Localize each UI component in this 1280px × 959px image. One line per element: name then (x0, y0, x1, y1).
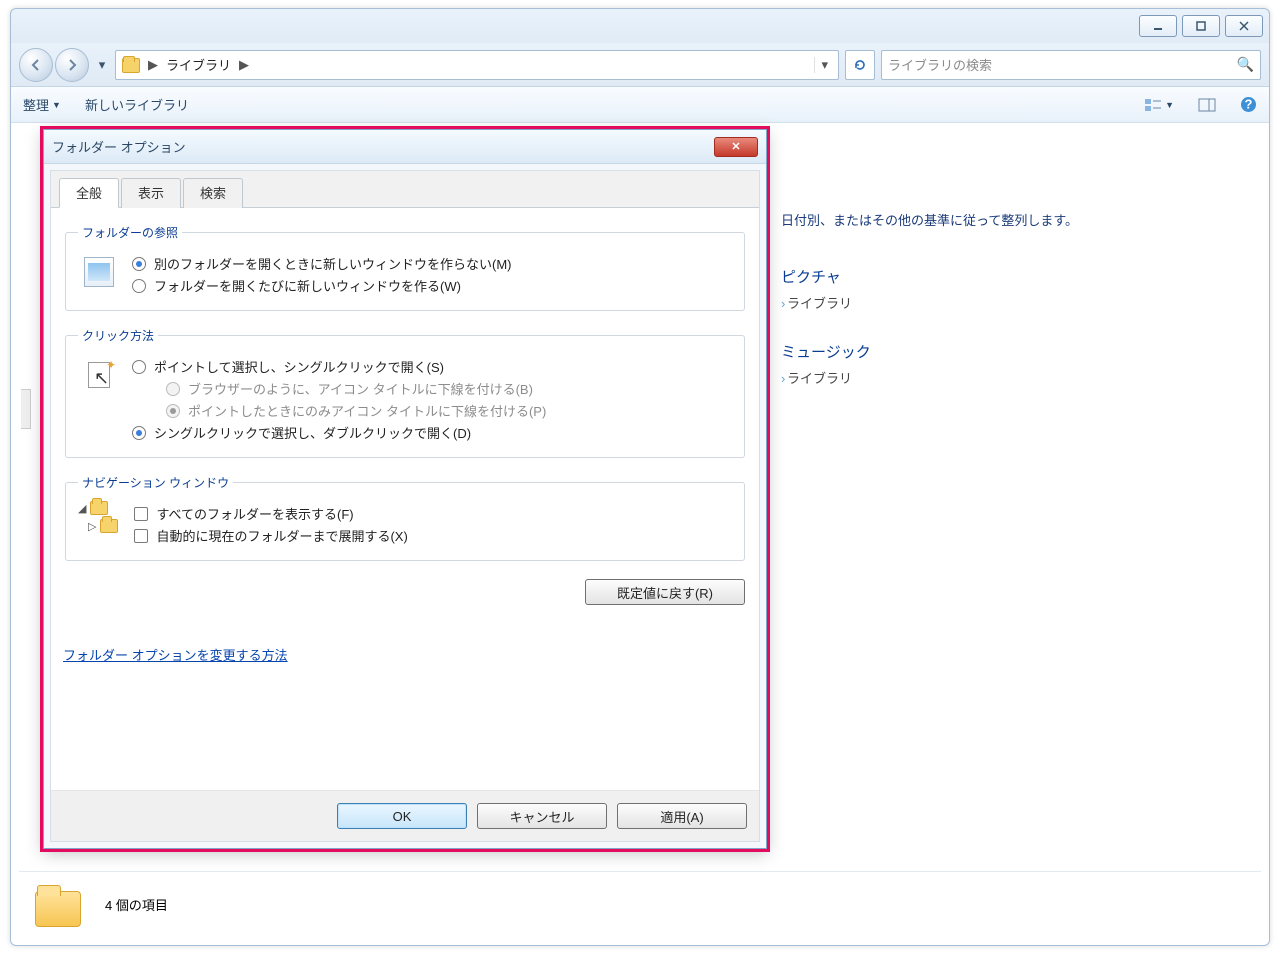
radio-label: シングルクリックで選択し、ダブルクリックで開く(D) (154, 423, 471, 442)
address-dropdown[interactable]: ▾ (814, 57, 834, 73)
window-icon (78, 251, 120, 293)
folder-options-dialog: フォルダー オプション ✕ 全般 表示 検索 フォルダーの参照 (43, 129, 767, 849)
library-item-music[interactable]: ミュージック › ライブラリ (781, 339, 1239, 392)
help-button[interactable]: ? (1240, 96, 1257, 113)
maximize-button[interactable] (1182, 15, 1220, 37)
tab-general[interactable]: 全般 (59, 178, 119, 208)
search-placeholder: ライブラリの検索 (888, 55, 992, 74)
radio-new-window[interactable] (132, 279, 146, 293)
sort-hint: 日付別、またはその他の基準に従って整列します。 (781, 209, 1239, 234)
group-navigation-pane: ナビゲーション ウィンドウ ◢ ▷ すべてのフォルダーを表示する(F) (65, 474, 745, 561)
check-auto-expand[interactable] (134, 529, 148, 543)
group-browse-folders: フォルダーの参照 別のフォルダーを開くときに新しいウィンドウを作らない(M) フ… (65, 224, 745, 311)
radio-label: 別のフォルダーを開くときに新しいウィンドウを作らない(M) (154, 254, 512, 273)
nav-bar: ▾ ▶ ライブラリ ▶ ▾ ライブラリの検索 🔍 (11, 43, 1269, 87)
radio-same-window[interactable] (132, 257, 146, 271)
tree-icon: ◢ ▷ (78, 501, 118, 533)
check-label: 自動的に現在のフォルダーまで展開する(X) (156, 526, 407, 545)
view-menu[interactable]: ▼ (1144, 98, 1174, 112)
radio-single-click[interactable] (132, 360, 146, 374)
check-show-all-folders[interactable] (134, 507, 148, 521)
explorer-window: ▾ ▶ ライブラリ ▶ ▾ ライブラリの検索 🔍 整理▼ 新しいライブラリ ▼ … (10, 8, 1270, 946)
folder-icon (31, 881, 85, 929)
cancel-button[interactable]: キャンセル (477, 803, 607, 829)
group-legend: フォルダーの参照 (78, 224, 182, 241)
help-link[interactable]: フォルダー オプションを変更する方法 (63, 645, 747, 664)
group-click-behavior: クリック方法 ✦ ポイントして選択し、シングルクリックで開く(S) ブラウザーの… (65, 327, 745, 458)
cursor-icon: ✦ (78, 354, 120, 396)
radio-label: ブラウザーのように、アイコン タイトルに下線を付ける(B) (188, 379, 533, 398)
command-bar: 整理▼ 新しいライブラリ ▼ ? (11, 87, 1269, 123)
dialog-close-button[interactable]: ✕ (714, 137, 758, 157)
library-item-pictures[interactable]: ピクチャ › ライブラリ (781, 264, 1239, 317)
radio-underline-hover (166, 404, 180, 418)
radio-label: ポイントして選択し、シングルクリックで開く(S) (154, 357, 444, 376)
dialog-button-row: OK キャンセル 適用(A) (51, 790, 759, 841)
chevron-right-icon: › (781, 371, 783, 386)
status-text: 4 個の項目 (105, 895, 168, 914)
folder-icon (120, 55, 142, 75)
dialog-highlight: フォルダー オプション ✕ 全般 表示 検索 フォルダーの参照 (43, 129, 767, 849)
dialog-tabs: 全般 表示 検索 (51, 171, 759, 208)
forward-button[interactable] (55, 48, 89, 82)
titlebar (11, 9, 1269, 43)
search-input[interactable]: ライブラリの検索 🔍 (881, 50, 1261, 80)
check-label: すべてのフォルダーを表示する(F) (156, 504, 353, 523)
ok-button[interactable]: OK (337, 803, 467, 829)
close-button[interactable] (1225, 15, 1263, 37)
radio-double-click[interactable] (132, 426, 146, 440)
svg-text:?: ? (1245, 97, 1253, 112)
dialog-title: フォルダー オプション (52, 137, 186, 156)
restore-defaults-button[interactable]: 既定値に戻す(R) (585, 579, 745, 605)
breadcrumb-separator: ▶ (237, 57, 251, 73)
breadcrumb-separator: ▶ (146, 57, 160, 73)
breadcrumb-root[interactable]: ライブラリ (160, 53, 237, 76)
search-icon: 🔍 (1237, 56, 1254, 73)
tab-view[interactable]: 表示 (121, 178, 181, 208)
chevron-right-icon: › (781, 296, 783, 311)
content-pane: 日付別、またはその他の基準に従って整列します。 ピクチャ › ライブラリ ミュー… (781, 209, 1239, 392)
group-legend: ナビゲーション ウィンドウ (78, 474, 233, 491)
radio-label: フォルダーを開くたびに新しいウィンドウを作る(W) (154, 276, 461, 295)
back-button[interactable] (19, 48, 53, 82)
dialog-titlebar: フォルダー オプション ✕ (44, 130, 766, 164)
radio-label: ポイントしたときにのみアイコン タイトルに下線を付ける(P) (188, 401, 546, 420)
refresh-button[interactable] (845, 50, 875, 80)
preview-pane-button[interactable] (1198, 98, 1216, 112)
address-bar[interactable]: ▶ ライブラリ ▶ ▾ (115, 50, 839, 80)
status-bar: 4 個の項目 (19, 871, 1261, 937)
apply-button[interactable]: 適用(A) (617, 803, 747, 829)
organize-menu[interactable]: 整理▼ (23, 95, 61, 114)
tab-search[interactable]: 検索 (183, 178, 243, 208)
minimize-button[interactable] (1139, 15, 1177, 37)
radio-underline-browser (166, 382, 180, 396)
new-library-button[interactable]: 新しいライブラリ (85, 95, 189, 114)
nav-history-dropdown[interactable]: ▾ (95, 48, 109, 82)
group-legend: クリック方法 (78, 327, 158, 344)
nav-pane-peek (21, 389, 31, 429)
